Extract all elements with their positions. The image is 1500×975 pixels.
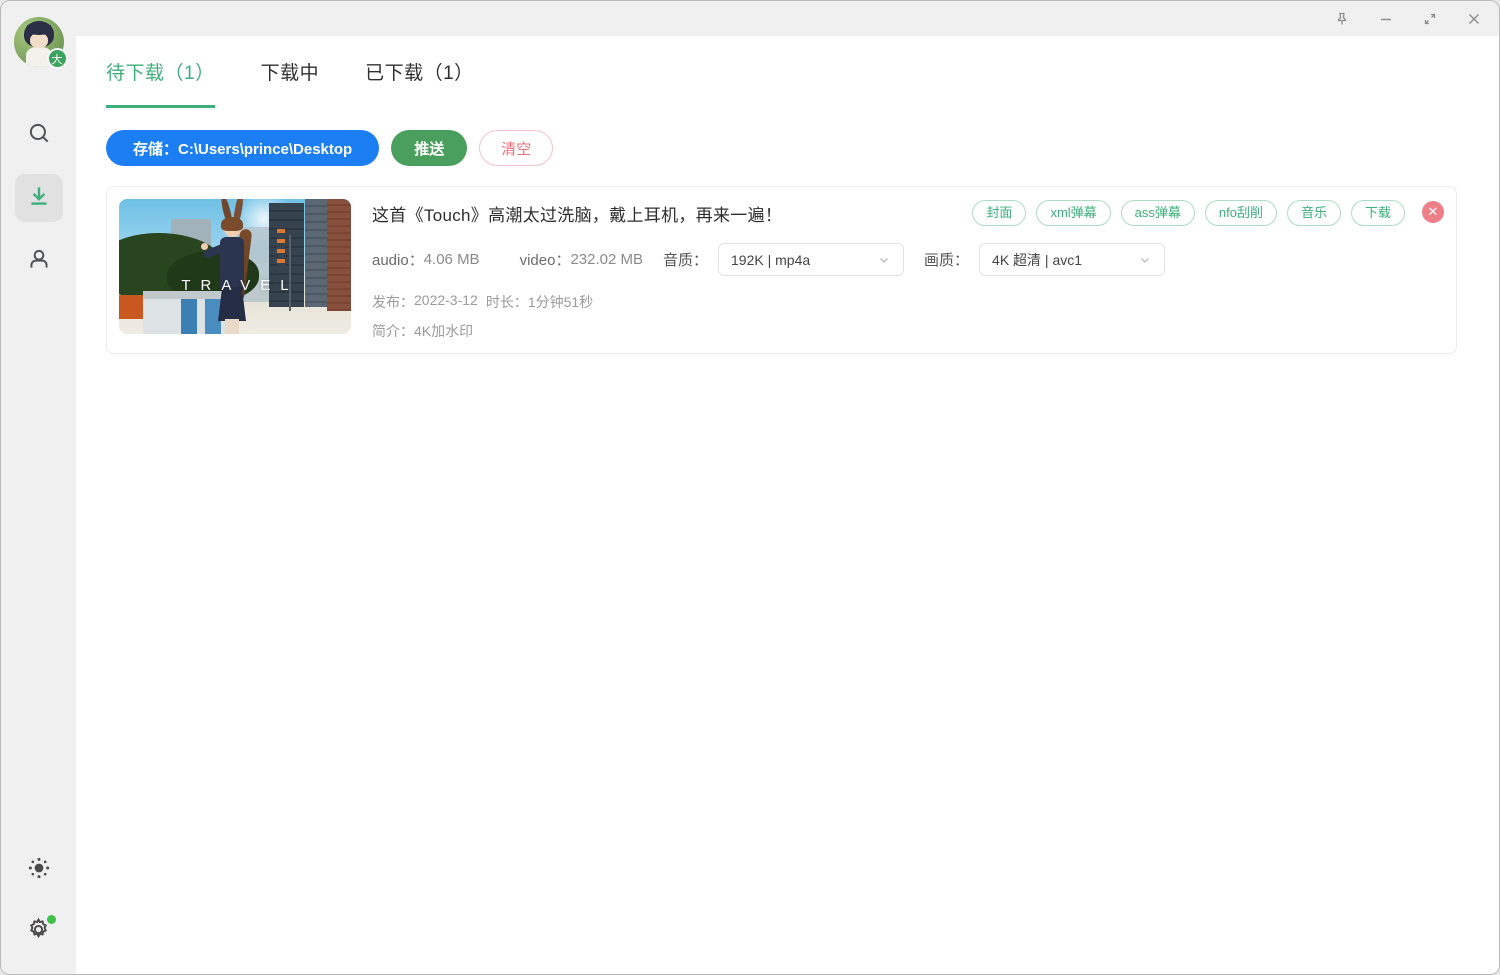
intro-label: 简介： [372,321,414,341]
avatar-badge: 大 [47,48,68,69]
video-size: 232.02 MB [570,251,643,268]
tag-nfo-scrape[interactable]: nfo刮削 [1205,200,1277,226]
title-row: 这首《Touch》高潮太过洗脑，戴上耳机，再来一遍！ 封面 xml弹幕 ass弹… [372,199,1444,226]
intro-value: 4K加水印 [414,321,473,341]
duration-label: 时长： [486,292,528,312]
clear-button[interactable]: 清空 [479,130,553,166]
audio-size: 4.06 MB [424,251,480,268]
app-window: 大 [0,0,1500,975]
video-quality-label: 画质： [924,249,969,270]
download-item-card: TRAVEL 这首《Touch》高潮太过洗脑，戴上耳机，再来一遍！ 封面 xml… [106,186,1457,354]
tab-downloading[interactable]: 下载中 [261,58,320,108]
tag-cover[interactable]: 封面 [972,200,1026,226]
tab-downloaded[interactable]: 已下载（1） [365,58,474,108]
minimize-icon [1378,11,1394,27]
duration-value: 1分钟51秒 [528,292,593,312]
audio-quality-label: 音质： [663,249,708,270]
settings-notification-dot [47,915,56,924]
user-avatar[interactable]: 大 [14,17,64,67]
sidebar-item-search[interactable] [15,111,63,159]
theme-toggle[interactable] [15,846,63,894]
theme-icon [26,855,52,886]
video-quality-select[interactable]: 4K 超清 | avc1 [979,243,1165,276]
publish-label: 发布： [372,292,414,312]
download-icon [26,183,52,214]
remove-item-button[interactable]: ✕ [1422,201,1444,223]
thumbnail-overlay-text: TRAVEL [119,277,351,294]
audio-quality-value: 192K | mp4a [731,252,810,268]
meta-row: audio： 4.06 MB video： 232.02 MB 音质： 192K… [372,243,1444,276]
sidebar-item-user[interactable] [15,237,63,285]
video-thumbnail[interactable]: TRAVEL [119,199,351,334]
storage-path-button[interactable]: 存储：C:\Users\prince\Desktop [106,130,379,166]
close-window-button[interactable] [1459,5,1489,33]
tab-bar: 待下载（1） 下载中 已下载（1） [106,58,1457,109]
sidebar-item-downloads[interactable] [15,174,63,222]
main-content: 待下载（1） 下载中 已下载（1） 存储：C:\Users\prince\Des… [76,36,1499,974]
video-quality-value: 4K 超清 | avc1 [992,250,1082,270]
audio-label: audio： [372,249,424,270]
sidebar: 大 [1,1,76,974]
publish-row: 发布： 2022-3-12 时长： 1分钟51秒 [372,292,1444,312]
pin-icon [1334,11,1350,27]
toolbar: 存储：C:\Users\prince\Desktop 推送 清空 [106,130,1457,166]
tag-xml-danmaku[interactable]: xml弹幕 [1036,200,1110,226]
maximize-icon [1422,11,1438,27]
tag-list: 封面 xml弹幕 ass弹幕 nfo刮削 音乐 下载 [962,200,1405,226]
close-icon [1466,11,1482,27]
user-icon [26,246,52,277]
pin-button[interactable] [1327,5,1357,33]
tab-pending[interactable]: 待下载（1） [106,58,215,108]
maximize-button[interactable] [1415,5,1445,33]
audio-quality-select[interactable]: 192K | mp4a [718,243,904,276]
chevron-down-icon [1138,253,1152,267]
chevron-down-icon [877,253,891,267]
minimize-button[interactable] [1371,5,1401,33]
settings-button[interactable] [15,908,63,956]
tag-download[interactable]: 下载 [1351,200,1405,226]
intro-row: 简介： 4K加水印 [372,321,1444,341]
card-content: 这首《Touch》高潮太过洗脑，戴上耳机，再来一遍！ 封面 xml弹幕 ass弹… [351,199,1444,341]
publish-date: 2022-3-12 [414,292,478,312]
tag-music[interactable]: 音乐 [1287,200,1341,226]
tag-ass-danmaku[interactable]: ass弹幕 [1121,200,1195,226]
titlebar[interactable] [76,1,1499,36]
video-title: 这首《Touch》高潮太过洗脑，戴上耳机，再来一遍！ [372,201,962,226]
push-button[interactable]: 推送 [391,130,467,166]
sidebar-bottom [15,846,63,956]
video-label: video： [520,249,571,270]
search-icon [26,120,52,151]
